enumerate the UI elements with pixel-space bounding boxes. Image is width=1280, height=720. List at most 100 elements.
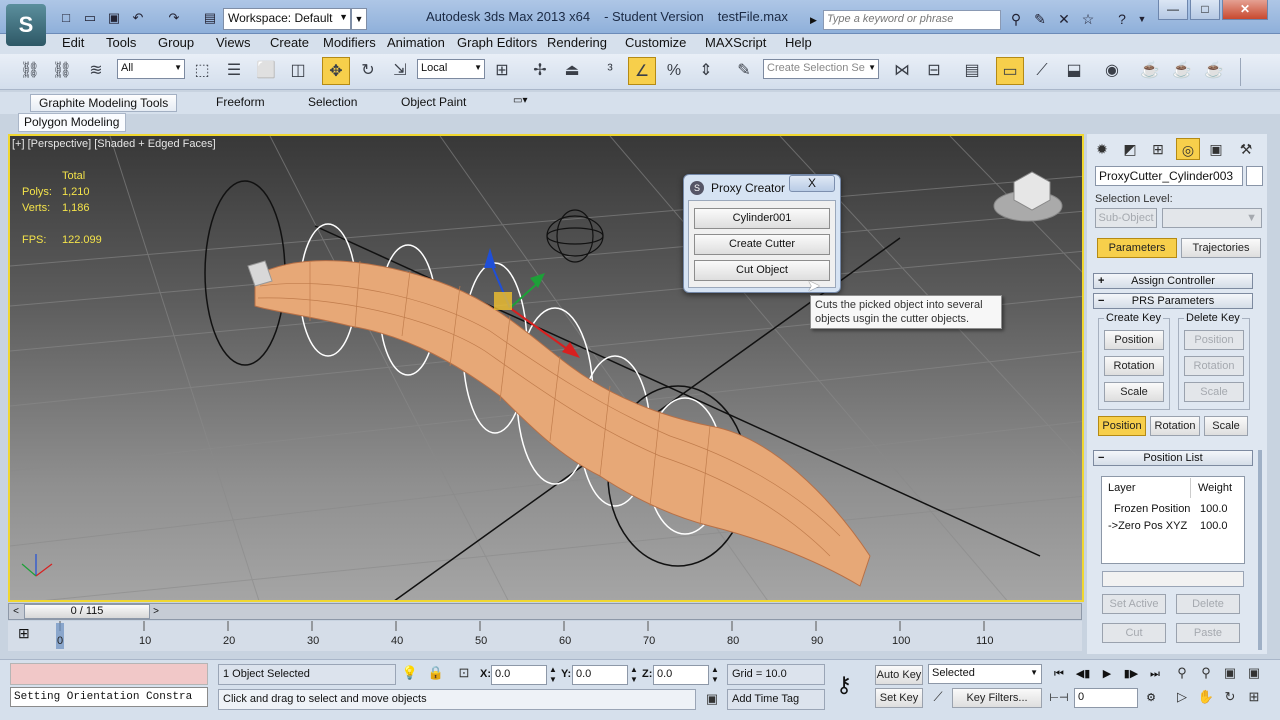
material-editor-icon[interactable]: ◉ (1098, 57, 1126, 85)
assign-controller-rollout[interactable]: + Assign Controller (1093, 273, 1253, 289)
time-tag-icon[interactable]: ▣ (702, 690, 722, 708)
tab-graphite-modeling-tools[interactable]: Graphite Modeling Tools (30, 94, 178, 112)
cut-layer-button[interactable]: Cut (1102, 623, 1166, 643)
reference-coordinate-dropdown[interactable]: Local ▼ (417, 59, 485, 79)
perspective-viewport[interactable] (8, 134, 1084, 602)
zoom-icon[interactable]: ⚲ (1172, 664, 1192, 682)
trajectories-tab[interactable]: Trajectories (1181, 238, 1261, 258)
y-spinner-icon[interactable]: ▲ ▼ (629, 665, 639, 685)
menu-maxscript[interactable]: MAXScript (705, 35, 766, 50)
create-position-key-button[interactable]: Position (1104, 330, 1164, 350)
select-by-name-icon[interactable]: ☰ (220, 57, 248, 85)
zoom-all-icon[interactable]: ⚲ (1196, 664, 1216, 682)
maximize-viewport-icon[interactable]: ⊞ (1244, 688, 1264, 706)
list-item-weight[interactable]: 100.0 (1200, 503, 1228, 515)
next-frame-icon[interactable]: ▮▶ (1120, 666, 1142, 682)
menu-customize[interactable]: Customize (625, 35, 686, 50)
create-scale-key-button[interactable]: Scale (1104, 382, 1164, 402)
time-slider-prev-icon[interactable]: < (8, 604, 24, 619)
go-to-end-icon[interactable]: ⏭ (1144, 666, 1166, 682)
previous-frame-icon[interactable]: ◀▮ (1072, 666, 1094, 682)
delete-position-key-button[interactable]: Position (1184, 330, 1244, 350)
track-bar[interactable] (8, 621, 1082, 651)
orbit-icon[interactable]: ↻ (1220, 688, 1240, 706)
pick-object-button[interactable]: Cylinder001 (694, 208, 830, 229)
default-in-out-tangent-icon[interactable]: ⟋ (928, 688, 948, 706)
window-crossing-icon[interactable]: ◫ (284, 57, 312, 85)
select-object-icon[interactable]: ⬚ (188, 57, 216, 85)
column-header-layer[interactable]: Layer (1108, 482, 1136, 494)
list-item-layer[interactable]: Frozen Position (1114, 503, 1190, 515)
percent-snap-icon[interactable]: % (660, 57, 688, 85)
tab-freeform[interactable]: Freeform (208, 94, 273, 112)
search-expand-arrow[interactable]: ▶ (810, 10, 822, 30)
sub-object-button[interactable]: Sub-Object (1095, 208, 1157, 228)
parameters-tab[interactable]: Parameters (1097, 238, 1177, 258)
auto-key-button[interactable]: Auto Key (875, 665, 923, 685)
hierarchy-panel-icon[interactable]: ⊞ (1146, 138, 1170, 160)
menu-create[interactable]: Create (270, 35, 309, 50)
keyboard-shortcut-override-icon[interactable]: ⏏ (558, 57, 586, 85)
isolate-selection-icon[interactable]: 💡 (400, 664, 420, 682)
menu-graph-editors[interactable]: Graph Editors (457, 35, 537, 50)
field-of-view-icon[interactable]: ▷ (1172, 688, 1192, 706)
z-spinner-icon[interactable]: ▲ ▼ (710, 665, 720, 685)
curve-editor-icon[interactable]: ⟋ (1028, 57, 1056, 85)
save-file-icon[interactable]: ▣ (104, 8, 124, 28)
workspace-dropdown[interactable]: Workspace: Default ▼ (223, 8, 351, 30)
menu-help[interactable]: Help (785, 35, 812, 50)
sub-object-dropdown[interactable]: ▼ (1162, 208, 1262, 228)
render-production-icon[interactable]: ☕ (1200, 57, 1228, 85)
project-folder-icon[interactable]: ▤ (200, 8, 220, 28)
scale-mode-button[interactable]: Scale (1204, 416, 1248, 436)
subscription-icon[interactable]: ✎ (1030, 9, 1050, 29)
rectangle-selection-icon[interactable]: ⬜ (252, 57, 280, 85)
z-coord-input[interactable]: 0.0 (653, 665, 709, 685)
go-to-start-icon[interactable]: ⏮ (1048, 666, 1070, 682)
application-menu-button[interactable]: S (6, 4, 46, 46)
key-icon[interactable]: ⚷ (836, 672, 852, 698)
menu-group[interactable]: Group (158, 35, 194, 50)
layer-manager-icon[interactable]: ▤ (958, 57, 986, 85)
favorites-icon[interactable]: ☆ (1078, 9, 1098, 29)
minimize-button[interactable]: — (1158, 0, 1188, 20)
align-icon[interactable]: ⊟ (920, 57, 948, 85)
layer-name-field[interactable] (1102, 571, 1244, 587)
menu-rendering[interactable]: Rendering (547, 35, 607, 50)
graphite-toggle-icon[interactable]: ▭ (996, 57, 1024, 85)
help-dropdown-icon[interactable]: ▼ (1132, 9, 1152, 29)
mirror-icon[interactable]: ⋈ (888, 57, 916, 85)
selection-lock-icon[interactable]: 🔒 (426, 664, 446, 682)
set-key-button[interactable]: Set Key (875, 688, 923, 708)
play-icon[interactable]: ▶ (1096, 666, 1118, 682)
utilities-panel-icon[interactable]: ⚒ (1234, 138, 1258, 160)
open-file-icon[interactable]: ▭ (80, 8, 100, 28)
command-panel-scrollbar[interactable] (1258, 450, 1262, 650)
menu-modifiers[interactable]: Modifiers (323, 35, 376, 50)
position-list-rollout[interactable]: − Position List (1093, 450, 1253, 466)
tab-object-paint[interactable]: Object Paint (393, 94, 474, 112)
time-slider-next-icon[interactable]: > (148, 604, 164, 619)
x-coord-input[interactable]: 0.0 (491, 665, 547, 685)
viewport-label-menu[interactable]: [+] [Perspective] [Shaded + Edged Faces] (12, 138, 216, 150)
absolute-mode-icon[interactable]: ⊡ (454, 664, 474, 682)
mini-curve-editor-icon[interactable]: ⊞ (18, 625, 30, 642)
edit-named-selection-icon[interactable]: ✎ (730, 57, 758, 85)
column-header-weight[interactable]: Weight (1198, 482, 1232, 494)
y-coord-input[interactable]: 0.0 (572, 665, 628, 685)
unlink-icon[interactable]: ⛓ (48, 57, 76, 85)
bind-space-warp-icon[interactable]: ≋ (82, 57, 110, 85)
delete-scale-key-button[interactable]: Scale (1184, 382, 1244, 402)
snaps-toggle-icon[interactable]: ³ (596, 57, 624, 85)
redo-icon[interactable]: ↷ (164, 8, 184, 28)
schematic-view-icon[interactable]: ⬓ (1060, 57, 1088, 85)
list-item-weight[interactable]: 100.0 (1200, 520, 1228, 532)
list-item-layer[interactable]: ->Zero Pos XYZ (1108, 520, 1187, 532)
menu-animation[interactable]: Animation (387, 35, 445, 50)
create-rotation-key-button[interactable]: Rotation (1104, 356, 1164, 376)
tab-selection[interactable]: Selection (300, 94, 365, 112)
time-slider[interactable] (8, 603, 1082, 620)
undo-icon[interactable]: ↶ (128, 8, 148, 28)
position-mode-button[interactable]: Position (1098, 416, 1146, 436)
menu-views[interactable]: Views (216, 35, 250, 50)
